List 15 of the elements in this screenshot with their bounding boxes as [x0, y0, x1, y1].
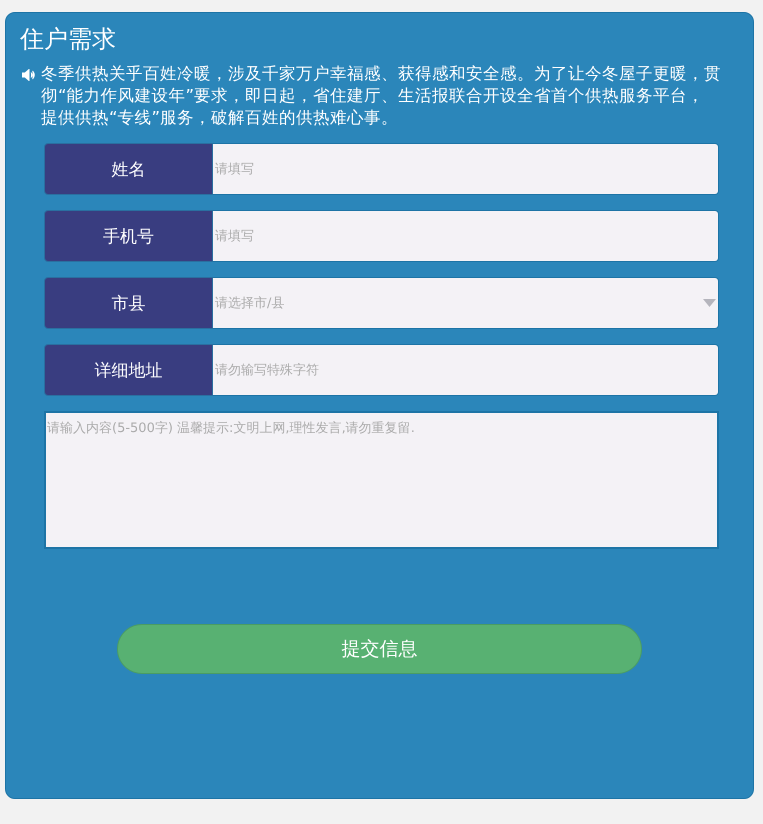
field-label: 手机号 [44, 210, 213, 262]
message-field[interactable]: 请输入内容(5-500字) 温馨提示:文明上网,理性发言,请勿重复留. [44, 411, 719, 549]
submit-button[interactable]: 提交信息 [117, 624, 642, 674]
notice-text: 冬季供热关乎百姓冷暖，涉及千家万户幸福感、获得感和安全感。为了让今冬屋子更暖，贯彻“能力作风建设年”要求，即日起，省住建厅、生活报联合开设全省首个供热服务平台，提供供热“专线”服务，破解百姓的供热难心事。 [41, 63, 721, 129]
select-field[interactable]: 请选择市/县 [213, 277, 719, 329]
speaker-icon [22, 69, 36, 81]
input-field[interactable]: 请填写 [213, 143, 719, 195]
placeholder: 请选择市/县 [215, 295, 284, 312]
input-field[interactable]: 请勿输写特殊字符 [213, 344, 719, 396]
field-label: 详细地址 [44, 344, 213, 396]
dropdown-icon [703, 299, 716, 307]
page-title: 住户需求 [20, 24, 117, 55]
field-label: 市县 [44, 277, 213, 329]
input-field[interactable]: 请填写 [213, 210, 719, 262]
field-label: 姓名 [44, 143, 213, 195]
